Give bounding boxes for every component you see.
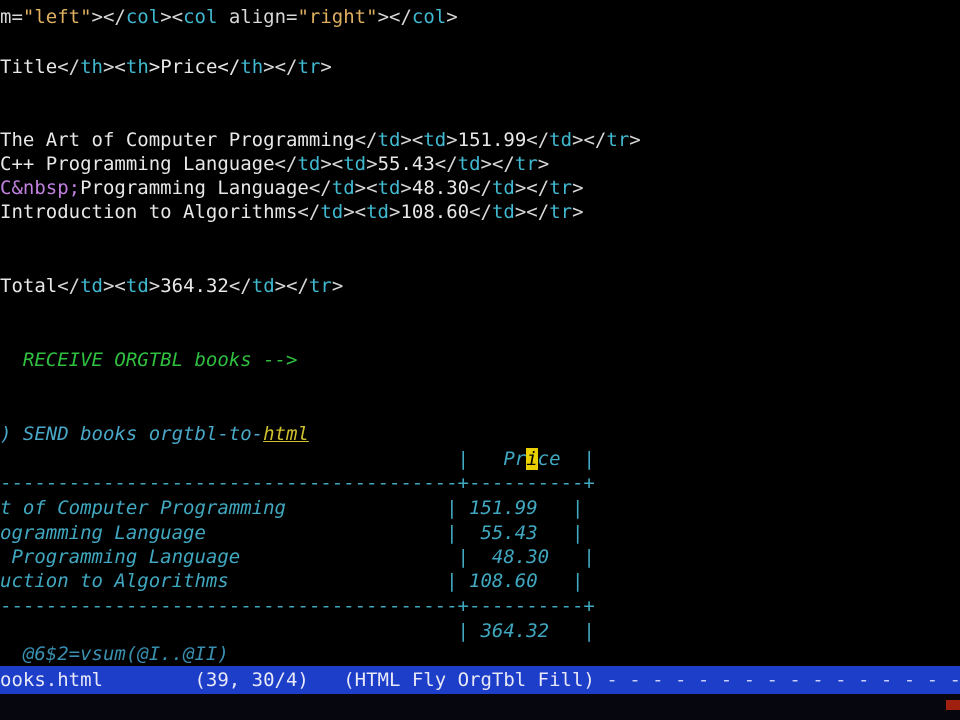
org-table-separator: ----------------------------------------… [0,595,595,617]
code-line-row-1: The Art of Computer Programming</td><td>… [0,129,641,151]
org-table-row: Programming Language | 48.30 | [0,546,595,568]
html-link[interactable]: html [263,423,309,445]
code-line-row-3: C&nbsp;Programming Language</td><td>48.3… [0,177,584,199]
text-cursor: i [526,448,538,470]
code-line-row-4: Introduction to Algorithms</td><td>108.6… [0,201,584,223]
minibuffer[interactable] [0,694,960,720]
code-line-row-2: C++ Programming Language</td><td>55.43</… [0,153,550,175]
code-line-header-row: Title</th><th>Price</th></tr> [0,56,332,78]
table-formula-line: @6$2=vsum(@I..@II) [22,643,229,665]
org-table-header: | Price | [0,448,595,470]
org-table-row: uction to Algorithms | 108.60 | [0,570,584,592]
org-table-separator: ----------------------------------------… [0,472,595,494]
org-table-total-row: | 364.32 | [0,620,595,642]
code-line-total: Total</td><td>364.32</td></tr> [0,275,344,297]
org-table-row: t of Computer Programming | 151.99 | [0,497,584,519]
code-line-colgroup: m="left"></col><col align="right"></col> [0,6,458,28]
indicator-mark [946,700,960,710]
buffer-name[interactable]: ooks.html [0,669,103,691]
mode-line: ooks.html (39, 30/4) (HTML Fly OrgTbl Fi… [0,666,960,694]
org-table-row: ogramming Language | 55.43 | [0,522,584,544]
editor-buffer[interactable]: m="left"></col><col align="right"></col>… [0,0,960,666]
cursor-position: (39, 30/4) [194,669,309,691]
major-minor-modes[interactable]: (HTML Fly OrgTbl Fill) [343,669,595,691]
send-orgtbl-line: ) SEND books orgtbl-to-html [0,423,309,445]
mode-line-filler: - - - - - - - - - - - - - - - - [606,669,960,691]
receive-orgtbl-comment: RECEIVE ORGTBL books --> [22,349,298,371]
